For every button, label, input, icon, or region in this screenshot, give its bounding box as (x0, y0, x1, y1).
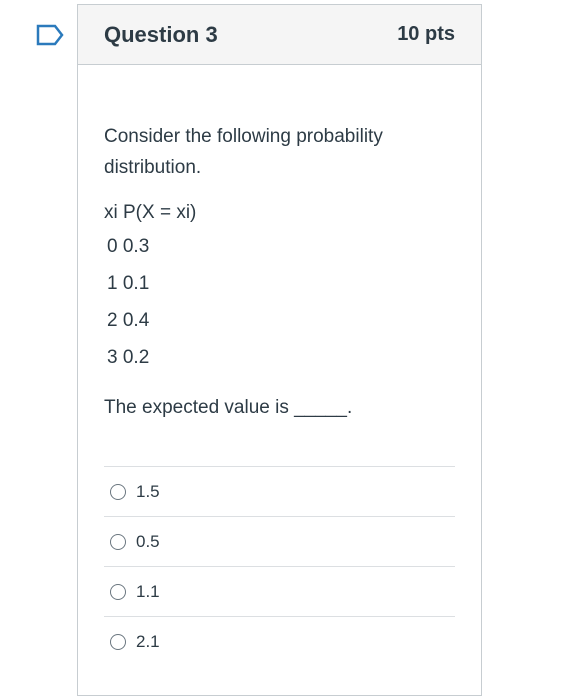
flag-question-icon[interactable] (36, 24, 64, 46)
answer-option[interactable]: 2.1 (104, 617, 455, 666)
question-body: Consider the following probability distr… (78, 65, 481, 666)
question-header: Question 3 10 pts (78, 5, 481, 65)
distribution-row: 3 0.2 (107, 347, 150, 368)
question-points: 10 pts (397, 23, 455, 45)
distribution-row: 1 0.1 (107, 273, 150, 294)
question-prompt: Consider the following probability distr… (104, 126, 383, 178)
distribution-header-text: xi P(X = xi) (104, 202, 197, 223)
distribution-row: 0 0.3 (107, 236, 150, 257)
radio-button-icon[interactable] (110, 583, 126, 600)
answer-list: 1.5 0.5 1.1 2.1 (104, 466, 455, 666)
answer-option[interactable]: 1.1 (104, 567, 455, 617)
radio-button-icon[interactable] (110, 633, 126, 650)
distribution-header: xi P(X = xi) (104, 201, 455, 225)
question-card: Question 3 10 pts Consider the following… (77, 4, 482, 696)
answer-option[interactable]: 0.5 (104, 517, 455, 567)
answer-label[interactable]: 1.5 (136, 482, 160, 502)
question-expected-text: The expected value is _____. (104, 397, 353, 418)
answer-option[interactable]: 1.5 (104, 467, 455, 517)
radio-button-icon[interactable] (110, 533, 126, 550)
answer-label[interactable]: 2.1 (136, 632, 160, 652)
answer-label[interactable]: 0.5 (136, 532, 160, 552)
distribution-row: 2 0.4 (107, 310, 150, 331)
answer-label[interactable]: 1.1 (136, 582, 160, 602)
radio-button-icon[interactable] (110, 483, 126, 500)
question-title: Question 3 (104, 21, 218, 47)
